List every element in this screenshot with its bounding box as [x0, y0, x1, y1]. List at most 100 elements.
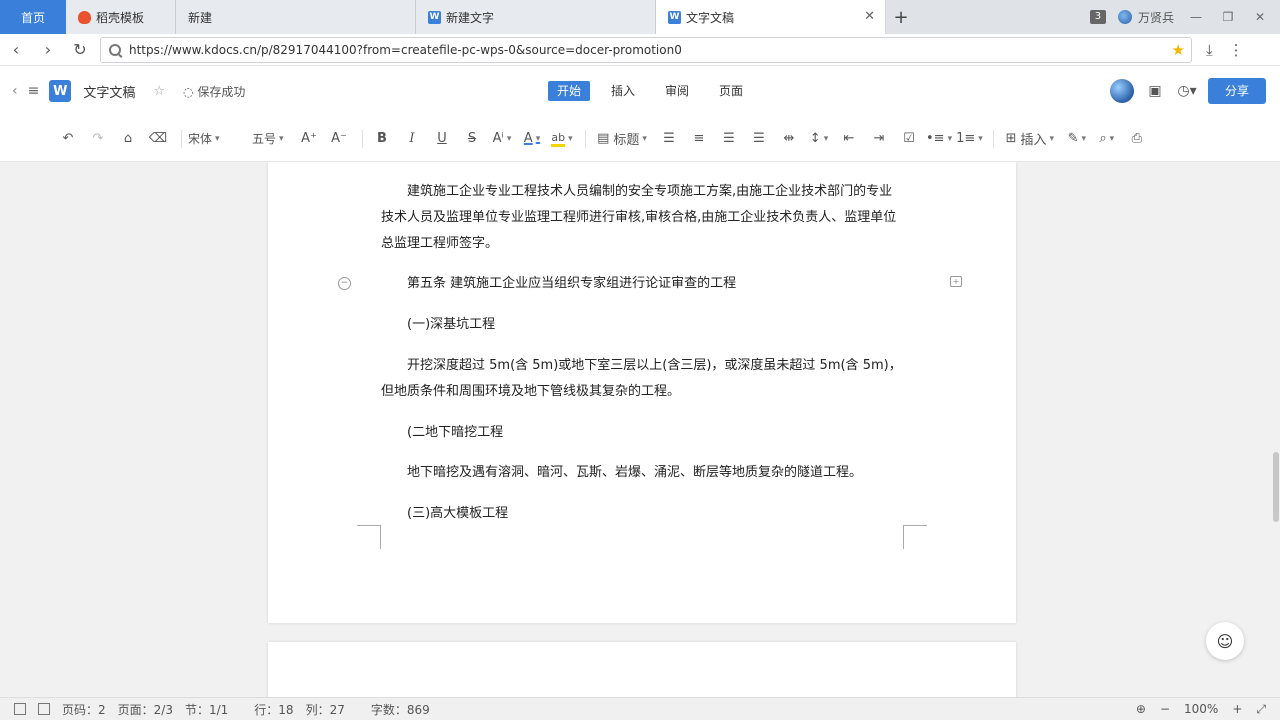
undo-icon[interactable]: ↶ — [55, 126, 81, 152]
history-clock-icon[interactable]: ◷▾ — [1176, 80, 1198, 102]
tab-bar: 首页 稻壳模板 新建 W 新建文字 W 文字文稿 ✕ + 3 万贤兵 — ❐ ✕ — [0, 0, 1280, 34]
menu-start[interactable]: 开始 — [548, 81, 591, 101]
justify-icon[interactable]: ☰ — [746, 126, 772, 152]
wps-writer-icon: W — [428, 10, 441, 24]
tab-new-text[interactable]: W 新建文字 — [416, 0, 656, 34]
underline-icon[interactable]: U — [429, 126, 455, 152]
fit-width-icon[interactable]: ⤢ — [1256, 702, 1266, 717]
paragraph[interactable]: 地下暗挖及遇有溶洞、暗河、瓦斯、岩爆、涌泥、断层等地质复杂的隧道工程。 — [381, 460, 903, 486]
strikethrough-icon[interactable]: S — [459, 126, 485, 152]
forward-icon[interactable]: › — [32, 40, 64, 59]
vertical-scrollbar[interactable] — [1273, 452, 1279, 522]
tab-home[interactable]: 首页 — [0, 0, 66, 34]
share-button[interactable]: 分享 — [1208, 78, 1266, 104]
font-color-icon[interactable]: A — [519, 126, 545, 152]
paragraph[interactable]: 开挖深度超过 5m(含 5m)或地下室三层以上(含三层)，或深度虽未超过 5m(… — [381, 353, 903, 405]
checklist-icon[interactable]: ☑ — [896, 126, 922, 152]
language-globe-icon[interactable]: ⊕ — [1136, 702, 1146, 716]
wps-writer-icon: W — [668, 10, 681, 24]
paragraph-heading[interactable]: 第五条 建筑施工企业应当组织专家组进行论证审查的工程 — [381, 271, 903, 297]
align-center-icon[interactable]: ≡ — [686, 126, 712, 152]
minimize-icon[interactable]: — — [1186, 10, 1206, 24]
tab-label: 文字文稿 — [686, 10, 735, 25]
favorite-star-icon[interactable]: ☆ — [153, 84, 165, 99]
toolbar-divider — [181, 129, 182, 148]
download-icon[interactable]: ⤓ — [1206, 41, 1213, 59]
user-avatar[interactable] — [1110, 79, 1134, 103]
section-count: 节：1/1 — [184, 702, 229, 717]
collapse-back-icon[interactable]: ‹ — [12, 83, 18, 99]
distributed-align-icon[interactable]: ⇹ — [776, 126, 802, 152]
formatting-toolbar: ↶ ↷ ⌂ ⌫ 宋体 五号 A⁺ A⁻ B I U S Aⁱ A ab ▤ 标题… — [0, 116, 1280, 162]
redo-icon[interactable]: ↷ — [85, 126, 111, 152]
align-left-icon[interactable]: ☰ — [656, 126, 682, 152]
menu-insert[interactable]: 插入 — [602, 81, 644, 101]
add-comment-icon[interactable]: + — [950, 276, 962, 287]
bold-icon[interactable]: B — [369, 126, 395, 152]
paragraph[interactable]: (一)深基坑工程 — [381, 312, 903, 338]
tab-new[interactable]: 新建 — [176, 0, 416, 34]
restore-icon[interactable]: ❐ — [1218, 10, 1238, 24]
search-icon — [109, 43, 121, 56]
page-margin-corner-left — [357, 525, 381, 549]
numbered-list-icon[interactable]: 1≡ — [956, 126, 983, 152]
italic-icon[interactable]: I — [399, 126, 425, 152]
eraser-icon[interactable]: ⌫ — [145, 126, 171, 152]
ribbon-menus: 开始 插入 审阅 页面 — [548, 81, 764, 101]
print-icon[interactable]: ⎙ — [1124, 126, 1150, 152]
bookmark-star-icon[interactable]: ★ — [1172, 41, 1185, 59]
paragraph[interactable]: 建筑施工企业专业工程技术人员编制的安全专项施工方案,由施工企业技术部门的专业技术… — [381, 179, 903, 257]
zoom-level[interactable]: 100% — [1184, 702, 1218, 716]
more-menu-icon[interactable]: ⋮ — [1229, 41, 1244, 59]
user-name: 万贤兵 — [1137, 10, 1174, 25]
hamburger-menu-icon[interactable]: ≡ — [28, 83, 40, 99]
highlight-color-icon[interactable]: ab — [549, 126, 575, 152]
tab-text-document[interactable]: W 文字文稿 ✕ — [656, 0, 886, 34]
align-right-icon[interactable]: ☰ — [716, 126, 742, 152]
wps-logo: W — [49, 80, 72, 102]
heading-style-select[interactable]: ▤ 标题 — [592, 126, 652, 152]
bullet-list-icon[interactable]: •≡ — [926, 126, 952, 152]
decrease-font-icon[interactable]: A⁻ — [326, 126, 352, 152]
outline-view-icon[interactable] — [14, 703, 26, 715]
find-search-icon[interactable]: ⌕ — [1094, 126, 1120, 152]
superscript-icon[interactable]: Aⁱ — [489, 126, 515, 152]
close-icon[interactable]: ✕ — [864, 9, 875, 24]
url-input[interactable]: https://www.kdocs.cn/p/82917044100?from=… — [100, 36, 1192, 63]
assistant-mascot-icon[interactable]: ☺ — [1206, 622, 1244, 660]
zoom-out-icon[interactable]: − — [1160, 702, 1170, 716]
tab-label: 新建 — [188, 10, 213, 25]
reload-icon[interactable]: ↻ — [64, 40, 96, 59]
font-size-select[interactable]: 五号 — [252, 126, 292, 152]
toolbar-divider — [585, 129, 586, 148]
zoom-in-icon[interactable]: + — [1232, 702, 1242, 716]
toolbar-divider — [362, 129, 363, 148]
decrease-indent-icon[interactable]: ⇤ — [836, 126, 862, 152]
document-page-next[interactable] — [268, 642, 1016, 697]
increase-indent-icon[interactable]: ⇥ — [866, 126, 892, 152]
document-page[interactable]: 建筑施工企业专业工程技术人员编制的安全专项施工方案,由施工企业技术部门的专业技术… — [268, 162, 1016, 623]
page-view-icon[interactable] — [38, 703, 50, 715]
window-count-badge[interactable]: 3 — [1089, 10, 1106, 24]
document-canvas[interactable]: 建筑施工企业专业工程技术人员编制的安全专项施工方案,由施工企业技术部门的专业技术… — [0, 162, 1280, 697]
insert-button[interactable]: ⊞ 插入 — [1000, 126, 1060, 152]
user-account[interactable]: 万贤兵 — [1117, 9, 1174, 26]
paragraph[interactable]: (二地下暗挖工程 — [381, 420, 903, 446]
menu-page[interactable]: 页面 — [710, 81, 752, 101]
line-spacing-icon[interactable]: ↕ — [806, 126, 832, 152]
meeting-video-icon[interactable]: ▣ — [1144, 80, 1166, 102]
format-painter-icon[interactable]: ⌂ — [115, 126, 141, 152]
window-close-icon[interactable]: ✕ — [1250, 10, 1270, 24]
menu-review[interactable]: 审阅 — [656, 81, 698, 101]
tab-docer-templates[interactable]: 稻壳模板 — [66, 0, 176, 34]
document-title[interactable]: 文字文稿 — [83, 82, 135, 101]
back-icon[interactable]: ‹ — [0, 40, 32, 59]
paragraph[interactable]: (三)高大模板工程 — [381, 501, 903, 527]
new-tab-button[interactable]: + — [886, 0, 916, 34]
insert-icon: ⊞ — [1005, 131, 1017, 146]
page-margin-corner-right — [903, 525, 927, 549]
tools-wrench-icon[interactable]: ✎ — [1064, 126, 1090, 152]
increase-font-icon[interactable]: A⁺ — [296, 126, 322, 152]
font-family-select[interactable]: 宋体 — [188, 126, 248, 152]
heading-collapse-icon[interactable]: − — [338, 277, 351, 290]
